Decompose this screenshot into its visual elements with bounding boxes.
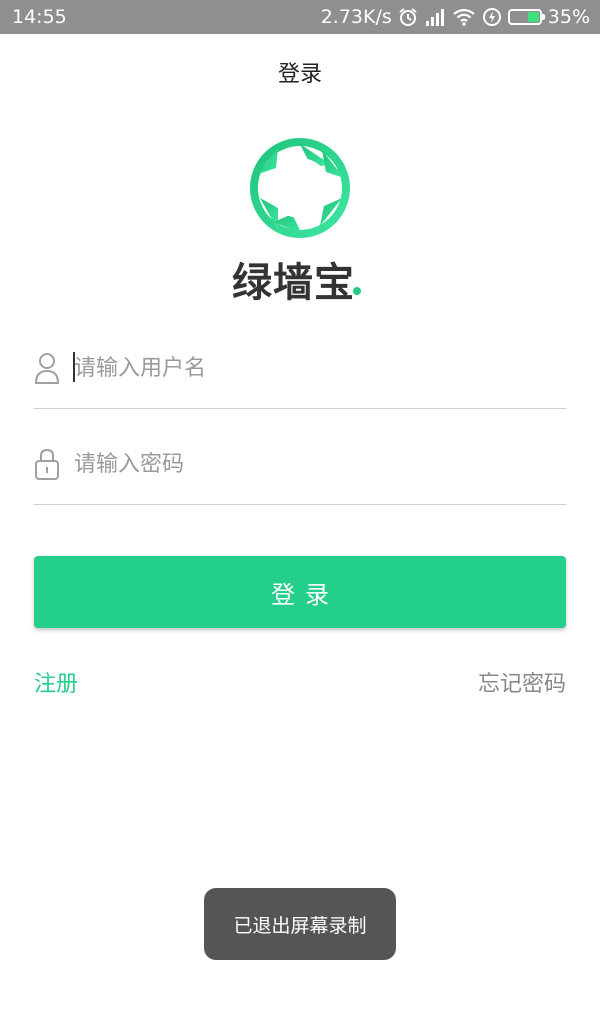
status-icons: 2.73K/s 35%	[321, 6, 590, 28]
logo-icon	[250, 138, 350, 238]
login-button[interactable]: 登录	[34, 556, 566, 628]
register-link[interactable]: 注册	[34, 666, 78, 698]
page-title: 登录	[277, 62, 322, 87]
username-field[interactable]	[34, 348, 566, 409]
charging-icon	[482, 7, 502, 27]
user-icon	[34, 353, 60, 384]
status-time: 14:55	[12, 6, 67, 28]
toast-message: 已退出屏幕录制	[204, 888, 396, 960]
battery-percent: 35%	[547, 6, 590, 28]
network-speed: 2.73K/s	[320, 6, 392, 28]
logo-dot	[353, 287, 361, 295]
forgot-password-link[interactable]: 忘记密码	[478, 666, 566, 698]
password-input[interactable]	[74, 444, 554, 484]
login-screen: 14:55 2.73K/s 35% 登录 绿墙宝 请输入用户名 登录 注册 忘记…	[0, 0, 600, 1022]
password-field[interactable]	[34, 444, 566, 505]
battery-icon	[507, 9, 545, 25]
alarm-icon	[398, 7, 418, 27]
status-bar: 14:55 2.73K/s 35%	[0, 0, 600, 34]
battery-level	[527, 12, 539, 22]
lock-icon	[35, 448, 59, 480]
username-input[interactable]	[74, 348, 554, 388]
logo-text: 绿墙宝	[232, 260, 355, 306]
wifi-icon	[452, 7, 476, 27]
signal-icon	[424, 7, 446, 27]
battery-tip	[541, 14, 545, 20]
